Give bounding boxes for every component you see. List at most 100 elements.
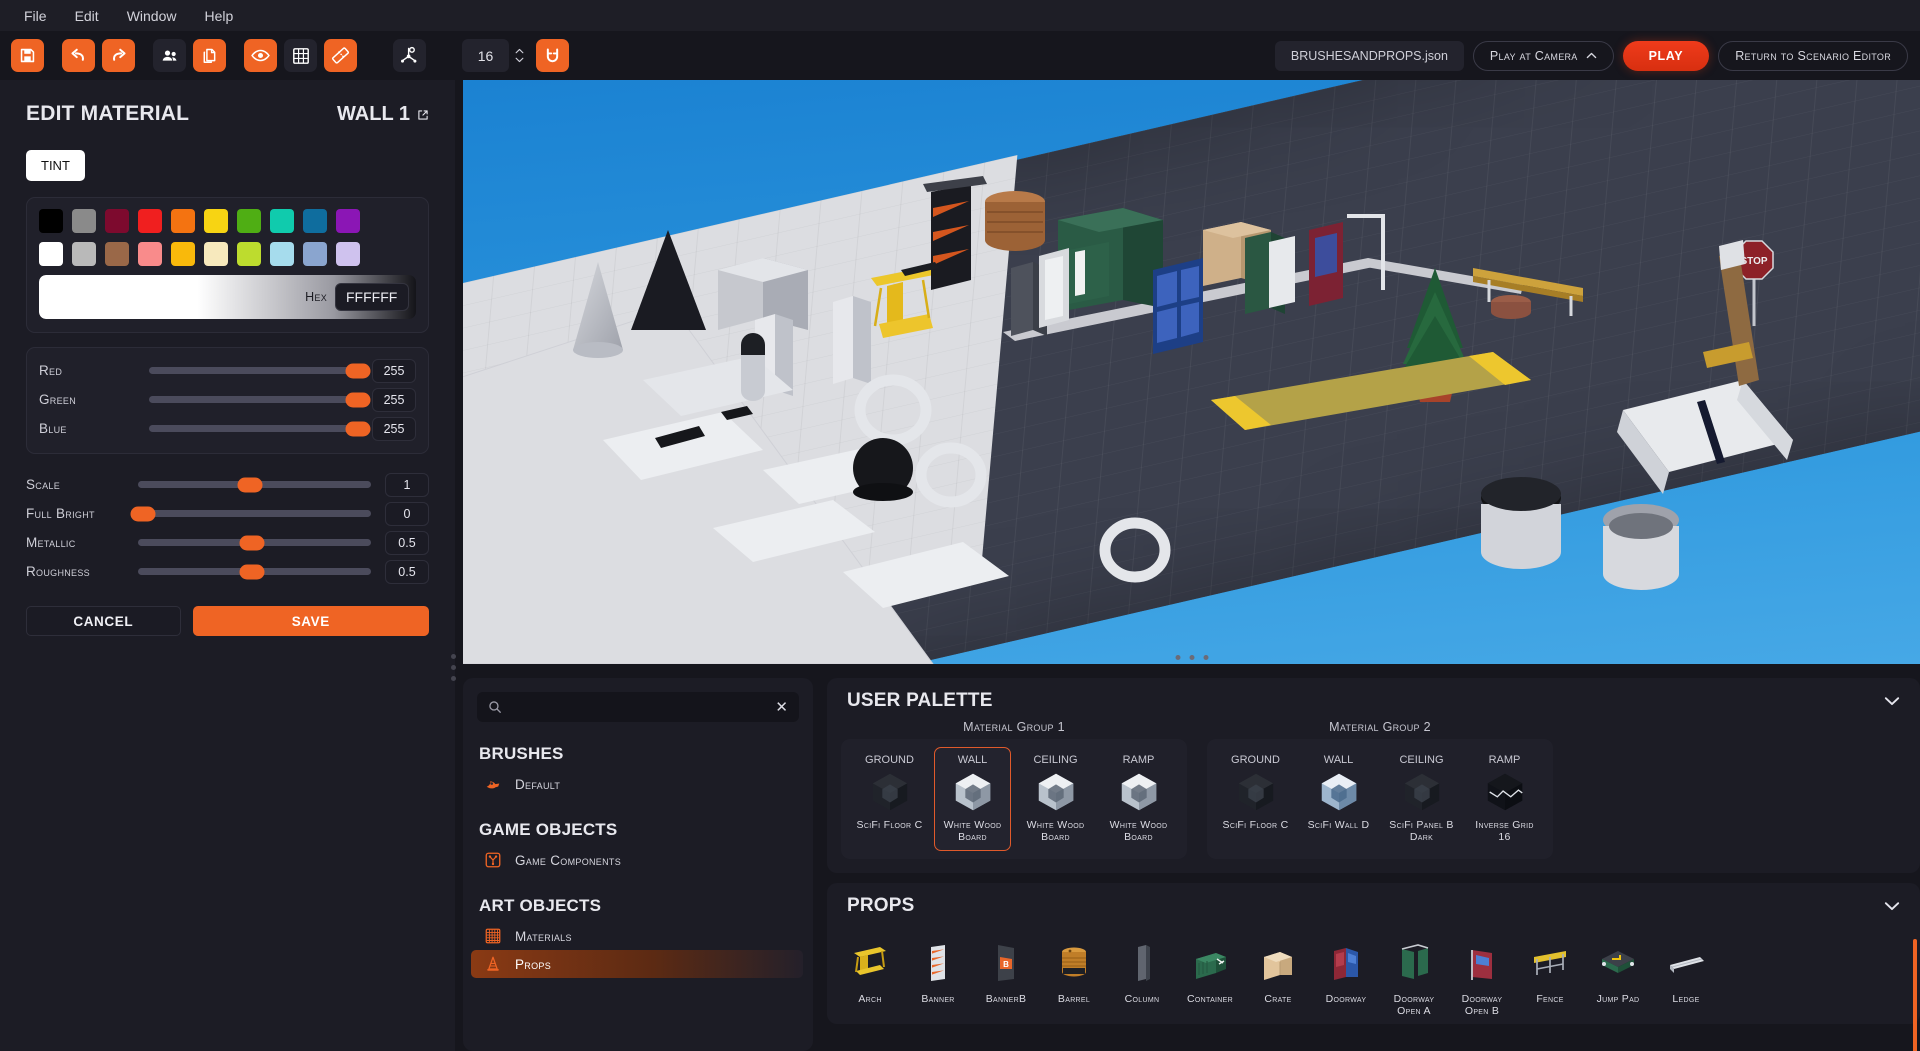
channel-slider-knob[interactable] [345, 421, 371, 436]
undo-icon[interactable] [62, 39, 95, 72]
material-slot-ramp-1[interactable]: RAMP White Wood Board [1100, 747, 1177, 851]
3d-viewport[interactable]: STOP [463, 80, 1920, 664]
channel-slider-value[interactable]: 255 [372, 358, 416, 383]
save-button[interactable]: SAVE [192, 606, 429, 636]
color-swatch-b-2[interactable] [105, 242, 129, 266]
color-swatch-a-6[interactable] [237, 209, 261, 233]
search-bar[interactable]: ✕ [477, 692, 799, 722]
property-slider-value[interactable]: 0 [385, 501, 429, 526]
color-swatch-a-3[interactable] [138, 209, 162, 233]
material-slot-wall-2[interactable]: WALL SciFi Wall D [1300, 747, 1377, 851]
chevron-down-icon[interactable] [1884, 696, 1900, 706]
property-slider-knob[interactable] [239, 564, 265, 579]
cancel-button[interactable]: CANCEL [26, 606, 181, 636]
category-item-game-components[interactable]: Game Components [479, 846, 803, 874]
panel-resize-handle[interactable] [447, 645, 459, 689]
pivot-icon[interactable] [393, 39, 426, 72]
color-swatch-a-1[interactable] [72, 209, 96, 233]
property-slider-value[interactable]: 1 [385, 472, 429, 497]
menu-item-edit[interactable]: Edit [61, 5, 113, 27]
material-slot-wall-1[interactable]: WALL White Wood Board [934, 747, 1011, 851]
color-swatch-b-1[interactable] [72, 242, 96, 266]
prop-item-container[interactable]: Container [1177, 935, 1243, 1024]
open-file-button[interactable]: BRUSHESANDPROPS.json [1274, 40, 1464, 71]
prop-item-crate[interactable]: Crate [1245, 935, 1311, 1024]
viewport-page-dots[interactable] [1175, 655, 1208, 660]
tab-tint[interactable]: TINT [26, 150, 85, 181]
return-to-scenario-editor-button[interactable]: Return to Scenario Editor [1718, 40, 1908, 71]
property-slider-knob[interactable] [239, 535, 265, 550]
user-palette-header[interactable]: USER PALETTE [827, 678, 1920, 720]
color-swatch-b-0[interactable] [39, 242, 63, 266]
menu-item-window[interactable]: Window [113, 5, 191, 27]
menu-item-file[interactable]: File [10, 5, 61, 27]
channel-slider-track[interactable] [149, 421, 371, 436]
color-swatch-a-7[interactable] [270, 209, 294, 233]
channel-slider-value[interactable]: 255 [372, 416, 416, 441]
channel-slider-value[interactable]: 255 [372, 387, 416, 412]
property-slider-track[interactable] [138, 564, 371, 579]
prop-item-doorway-open-b[interactable]: Doorway Open B [1449, 935, 1515, 1024]
prop-item-banner[interactable]: Banner [905, 935, 971, 1024]
channel-slider-track[interactable] [149, 392, 371, 407]
color-swatch-b-9[interactable] [336, 242, 360, 266]
copy-icon[interactable] [193, 39, 226, 72]
property-slider-value[interactable]: 0.5 [385, 530, 429, 555]
magnet-snap-icon[interactable] [536, 39, 569, 72]
material-slot-ceiling-2[interactable]: CEILING SciFi Panel B Dark [1383, 747, 1460, 851]
search-input[interactable] [511, 699, 776, 715]
prop-item-jump-pad[interactable]: Jump Pad [1585, 935, 1651, 1024]
property-slider-value[interactable]: 0.5 [385, 559, 429, 584]
clear-search-icon[interactable]: ✕ [775, 700, 788, 715]
property-slider-track[interactable] [138, 535, 371, 550]
grid-size-stepper[interactable] [509, 39, 529, 72]
redo-icon[interactable] [102, 39, 135, 72]
color-swatch-b-6[interactable] [237, 242, 261, 266]
color-swatch-b-3[interactable] [138, 242, 162, 266]
material-slot-ramp-2[interactable]: RAMP Inverse Grid 16 [1466, 747, 1543, 851]
prop-item-bannerb[interactable]: B BannerB [973, 935, 1039, 1024]
color-swatch-b-5[interactable] [204, 242, 228, 266]
chevron-down-icon[interactable] [1884, 901, 1900, 911]
ruler-icon[interactable] [324, 39, 357, 72]
property-slider-knob[interactable] [130, 506, 156, 521]
save-icon[interactable] [11, 39, 44, 72]
category-item-materials[interactable]: Materials [479, 922, 803, 950]
channel-slider-knob[interactable] [345, 392, 371, 407]
color-swatch-a-5[interactable] [204, 209, 228, 233]
property-slider-knob[interactable] [237, 477, 263, 492]
props-header[interactable]: PROPS [827, 883, 1920, 925]
color-swatch-b-8[interactable] [303, 242, 327, 266]
category-item-props[interactable]: Props [471, 950, 803, 978]
category-item-default[interactable]: Default [479, 770, 803, 798]
material-target[interactable]: WALL 1 [337, 103, 429, 126]
prop-item-column[interactable]: Column [1109, 935, 1175, 1024]
color-swatch-b-7[interactable] [270, 242, 294, 266]
property-slider-track[interactable] [138, 477, 371, 492]
color-swatch-a-2[interactable] [105, 209, 129, 233]
play-button[interactable]: PLAY [1622, 40, 1710, 71]
grid-icon[interactable] [284, 39, 317, 72]
group-icon[interactable] [153, 39, 186, 72]
color-swatch-a-9[interactable] [336, 209, 360, 233]
material-slot-ground-2[interactable]: GROUND SciFi Floor C [1217, 747, 1294, 851]
color-swatch-b-4[interactable] [171, 242, 195, 266]
material-slot-ceiling-1[interactable]: CEILING White Wood Board [1017, 747, 1094, 851]
play-at-camera-button[interactable]: Play at Camera [1472, 40, 1614, 71]
menu-item-help[interactable]: Help [190, 5, 247, 27]
prop-item-fence[interactable]: Fence [1517, 935, 1583, 1024]
prop-item-ledge[interactable]: Ledge [1653, 935, 1719, 1024]
external-link-icon[interactable] [417, 109, 429, 121]
hex-input[interactable]: FFFFFF [335, 283, 409, 311]
color-swatch-a-4[interactable] [171, 209, 195, 233]
color-swatch-a-8[interactable] [303, 209, 327, 233]
property-slider-track[interactable] [130, 506, 371, 521]
prop-item-doorway-open-a[interactable]: Doorway Open A [1381, 935, 1447, 1024]
prop-item-arch[interactable]: Arch [837, 935, 903, 1024]
color-swatch-a-0[interactable] [39, 209, 63, 233]
visibility-icon[interactable] [244, 39, 277, 72]
props-scrollbar-thumb[interactable] [1913, 938, 1917, 1051]
color-gradient-bar[interactable]: Hex FFFFFF [39, 275, 416, 319]
channel-slider-knob[interactable] [345, 363, 371, 378]
prop-item-doorway[interactable]: Doorway [1313, 935, 1379, 1024]
